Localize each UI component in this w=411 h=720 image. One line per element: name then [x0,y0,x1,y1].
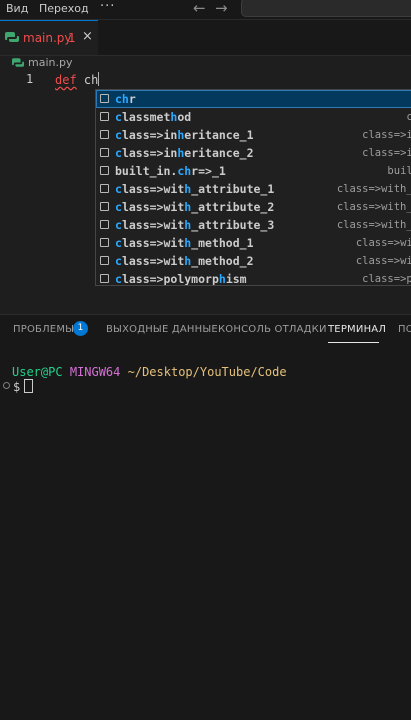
command-center-search[interactable] [241,0,411,17]
suggestion-item[interactable]: class=>inheritance_1 class=>inher [96,126,411,144]
suggestion-label: class=>inheritance_1 [115,128,254,142]
snippet-icon [100,220,109,229]
suggestion-label: class=>with_attribute_2 [115,200,275,214]
suggestion-detail: class=>with_attr [336,219,411,231]
tab-output[interactable]: ВЫХОДНЫЕ ДАННЫЕ [106,324,218,335]
text-cursor [98,72,100,86]
terminal-prompt-line: User@PC MINGW64 ~/Desktop/YouTube/Code [12,365,287,379]
breadcrumb-file[interactable]: main.py [28,56,72,69]
nav-back-icon[interactable]: ← [193,0,206,17]
panel-tab-bar: ПРОБЛЕМЫ 1 ВЫХОДНЫЕ ДАННЫЕ КОНСОЛЬ ОТЛАД… [0,314,411,345]
terminal-prompt-symbol: $ [13,380,21,394]
close-icon[interactable]: × [82,29,93,44]
suggestion-detail: class=>inher [362,129,411,141]
command-decoration-icon[interactable] [3,382,10,389]
terminal-path: ~/Desktop/YouTube/Code [127,365,287,379]
suggestion-detail: class=>with_attr [336,183,411,195]
suggestion-label: class=>with_attribute_1 [115,182,275,196]
suggestion-detail: class=>inher [362,147,411,159]
snippet-icon [100,94,109,103]
suggestion-widget: chrclassmethodclassclass=>inheritance_1c… [95,89,411,286]
suggestion-item[interactable]: class=>with_attribute_3 class=>with_attr [96,216,411,234]
suggestion-label: chr [115,92,136,106]
suggestion-item[interactable]: class=>inheritance_2 class=>inher [96,144,411,162]
python-file-icon [12,58,24,67]
suggestion-detail: class=>with_m [355,237,411,249]
terminal-input-line[interactable]: $ [13,379,34,394]
menu-bar: Вид Переход ··· ← → [0,0,411,20]
suggestion-item[interactable]: class=>polymorphism class=>polym [96,270,411,286]
tab-main-py[interactable]: main.py 1 × [0,20,98,55]
problems-count-badge: 1 [73,321,88,336]
suggestion-item[interactable]: built_in.chr=>_1 built_in [96,162,411,180]
snippet-icon [100,130,109,139]
tab-ports[interactable]: ПО [398,324,411,335]
suggestion-item[interactable]: class=>with_attribute_2 class=>with_attr [96,198,411,216]
snippet-icon [100,202,109,211]
tab-problem-count: 1 [68,31,76,45]
snippet-icon [100,184,109,193]
suggestion-label: class=>inheritance_2 [115,146,254,160]
suggestion-item[interactable]: chr [96,90,411,108]
suggestion-item[interactable]: class=>with_method_2 class=>with_m [96,252,411,270]
suggestion-item[interactable]: classmethod class [96,108,411,126]
suggestion-label: class=>with_method_1 [115,236,254,250]
tab-debug-console[interactable]: КОНСОЛЬ ОТЛАДКИ [218,324,327,335]
tab-filename: main.py [23,31,72,45]
suggestion-item[interactable]: class=>with_attribute_1 class=>with_attr [96,180,411,198]
terminal-cursor [24,379,34,393]
snippet-icon [100,274,109,283]
suggestion-detail: class=>polym [362,273,411,285]
suggestion-label: classmethod [115,110,192,124]
menu-view[interactable]: Вид [6,2,28,15]
line-number: 1 [26,72,34,86]
snippet-icon [100,166,109,175]
suggestion-label: class=>with_method_2 [115,254,254,268]
snippet-icon [100,256,109,265]
suggestion-label: built_in.chr=>_1 [115,164,226,178]
terminal-user: User@PC [12,365,63,379]
suggestion-detail: class=>with_m [355,255,411,267]
typed-text: ch [83,73,99,87]
snippet-icon [100,112,109,121]
nav-forward-icon[interactable]: → [215,0,228,17]
suggestion-label: class=>polymorphism [115,272,247,286]
tab-terminal[interactable]: ТЕРМИНАЛ [328,324,386,335]
menu-go[interactable]: Переход [39,2,89,15]
snippet-icon [100,148,109,157]
tab-problems[interactable]: ПРОБЛЕМЫ [13,324,74,335]
snippet-icon [100,238,109,247]
suggestion-label: class=>with_attribute_3 [115,218,275,232]
code-line[interactable]: def ch [55,72,100,87]
suggestion-item[interactable]: class=>with_method_1 class=>with_m [96,234,411,252]
keyword-def: def [55,73,77,87]
editor-tab-bar: main.py 1 × [0,20,411,56]
suggestion-detail: class [406,108,411,126]
terminal-host: MINGW64 [69,365,121,379]
python-file-icon [5,32,19,42]
menu-more-icon[interactable]: ··· [100,0,115,14]
suggestion-detail: built_in [387,165,411,177]
terminal[interactable]: User@PC MINGW64 ~/Desktop/YouTube/Code $ [0,345,411,720]
suggestion-detail: class=>with_attr [336,201,411,213]
active-tab-indicator [328,342,379,343]
